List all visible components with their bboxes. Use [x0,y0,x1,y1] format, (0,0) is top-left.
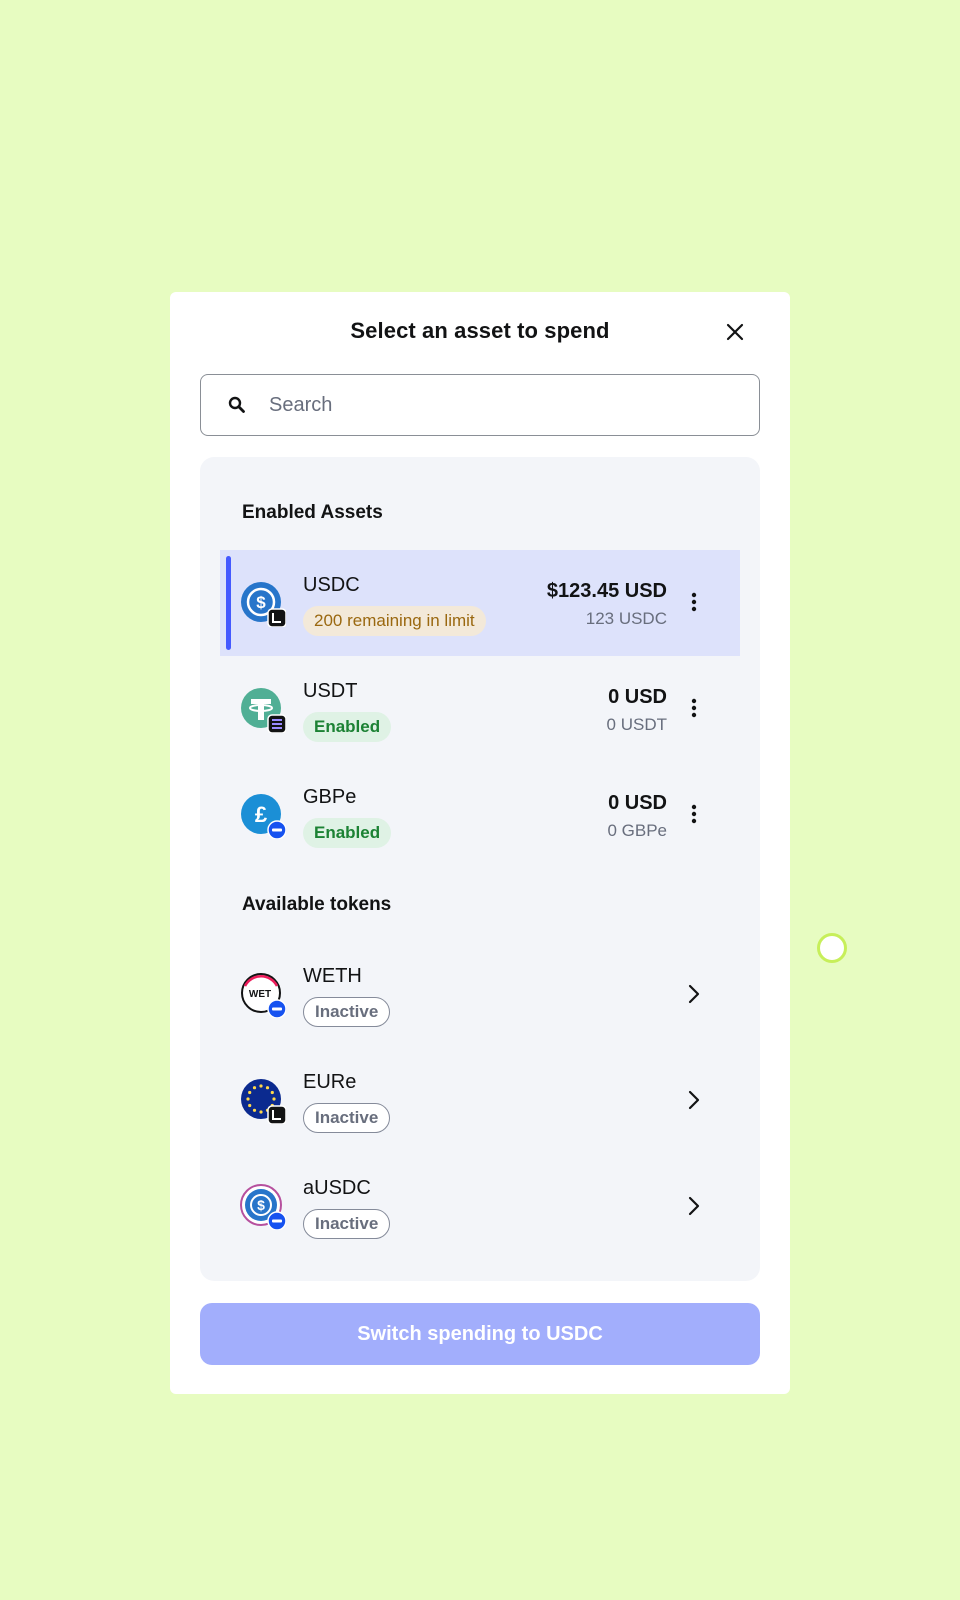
gbpe-token-icon: £ [241,794,286,839]
token-name: WETH [303,965,362,987]
asset-name: USDC [303,574,360,596]
usdc-token-icon: $ [241,582,286,627]
usdt-token-icon [241,688,286,733]
inactive-badge: Inactive [303,1103,391,1133]
svg-text:$: $ [256,593,266,612]
svg-text:$: $ [257,1197,265,1213]
asset-row-usdt[interactable]: USDT Enabled 0 USD 0 USDT [220,656,740,762]
enabled-badge: Enabled [303,818,392,848]
token-balance: 0 USDT [606,715,667,734]
asset-name: GBPe [303,786,357,808]
more-options-icon[interactable] [690,803,698,825]
token-name: aUSDC [303,1177,371,1199]
search-input[interactable] [267,392,751,418]
more-options-icon[interactable] [690,697,698,719]
fiat-balance: $123.45 USD [546,580,667,602]
assets-panel: Enabled Assets $ USDC 200 remaining in l… [200,457,760,1281]
token-balance: 0 GBPe [607,821,667,840]
svg-text:WET: WET [249,989,271,1000]
modal-title: Select an asset to spend [350,318,610,343]
close-button[interactable] [723,320,747,344]
search-icon [228,396,245,413]
eure-token-icon [241,1079,286,1124]
token-row-ausdc[interactable]: $ aUSDC Inactive [220,1153,740,1259]
asset-name: USDT [303,680,358,702]
asset-row-gbpe[interactable]: £ GBPe Enabled 0 USD 0 GBPe [220,762,740,868]
chevron-right-icon[interactable] [686,1088,702,1112]
pointer-indicator [817,933,847,963]
search-field[interactable] [200,374,760,436]
weth-token-icon: WET [241,973,286,1018]
close-icon [726,323,744,341]
available-tokens-heading: Available tokens [242,894,392,915]
limit-badge: 200 remaining in limit [303,606,486,636]
more-options-icon[interactable] [690,591,698,613]
svg-text:£: £ [255,802,268,827]
token-balance: 123 USDC [585,609,667,628]
switch-spending-button[interactable]: Switch spending to USDC [200,1303,760,1365]
token-row-weth[interactable]: WET WETH Inactive [220,941,740,1047]
token-row-eure[interactable]: EURe Inactive [220,1047,740,1153]
ausdc-token-icon: $ [240,1184,286,1230]
fiat-balance: 0 USD [608,792,667,814]
enabled-badge: Enabled [303,712,392,742]
inactive-badge: Inactive [303,1209,391,1239]
asset-select-modal: Select an asset to spend Enabled Assets … [170,292,790,1394]
modal-header: Select an asset to spend [170,292,790,382]
chevron-right-icon[interactable] [686,982,702,1006]
inactive-badge: Inactive [303,997,391,1027]
token-name: EURe [303,1071,357,1093]
enabled-assets-heading: Enabled Assets [242,502,383,523]
chevron-right-icon[interactable] [686,1194,702,1218]
asset-row-usdc[interactable]: $ USDC 200 remaining in limit $123.45 US… [220,550,740,656]
fiat-balance: 0 USD [608,686,667,708]
